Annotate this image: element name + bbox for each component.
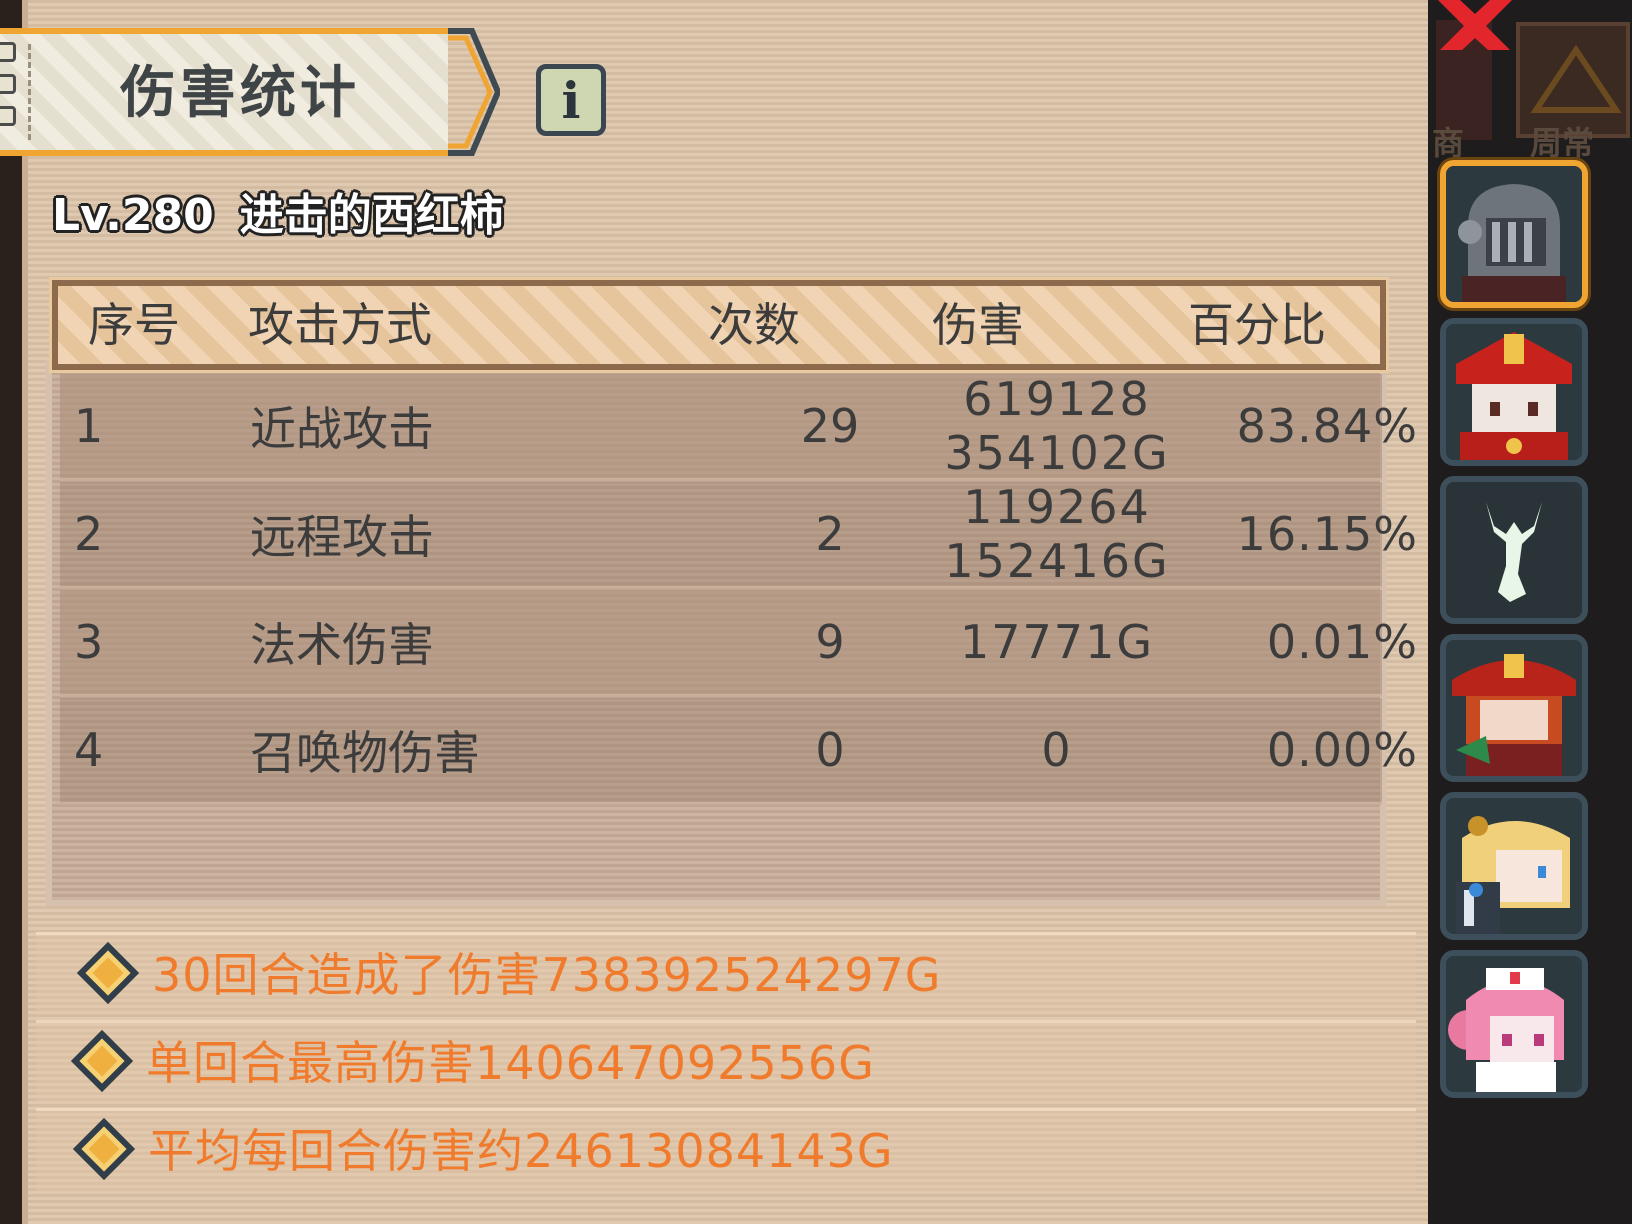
row-percent: 83.84% <box>1236 399 1418 453</box>
table-row: 3 法术伤害 9 17771G 0.01% <box>60 590 1417 697</box>
row-attack-method: 法术伤害 <box>250 618 434 672</box>
hero-portrait-pirate[interactable] <box>1440 634 1588 782</box>
table-row: 2 远程攻击 2 119264 152416G 16.15% <box>60 480 1417 589</box>
row-index: 4 <box>74 723 104 777</box>
hero-portrait-blonde[interactable] <box>1440 792 1588 940</box>
player-info: Lv.280 进击的西红柿 <box>52 186 504 246</box>
summary-total-text: 30回合造成了伤害738392524297G <box>152 948 942 1002</box>
side-tab-shop-label[interactable]: 商 <box>1432 118 1464 164</box>
hero-portrait-nurse[interactable] <box>1440 950 1588 1098</box>
summary-average-damage: 平均每回合伤害约24613084143G <box>36 1108 1416 1191</box>
table-header: 序号 攻击方式 次数 伤害 百分比 <box>49 277 1389 373</box>
row-count: 2 <box>815 507 845 561</box>
table-row: 1 近战攻击 29 619128 354102G 83.84% <box>60 372 1417 481</box>
info-button[interactable]: i <box>536 64 606 136</box>
diamond-bullet-icon <box>72 1117 136 1181</box>
close-icon[interactable] <box>1430 0 1520 60</box>
header-attack-method: 攻击方式 <box>248 298 432 352</box>
info-icon: i <box>561 70 581 130</box>
row-percent: 16.15% <box>1236 507 1418 561</box>
row-index: 3 <box>74 615 104 669</box>
row-percent: 0.01% <box>1266 615 1418 669</box>
blonde-mech-girl-icon <box>1446 798 1582 934</box>
red-hat-girl-icon <box>1446 324 1582 460</box>
diamond-bullet-icon <box>76 941 140 1005</box>
row-damage: 0 <box>1041 723 1073 777</box>
knight-helmet-icon <box>1446 166 1582 302</box>
page-title: 伤害统计 <box>120 61 360 126</box>
diamond-bullet-icon <box>70 1029 134 1093</box>
header-index: 序号 <box>88 298 180 352</box>
row-damage: 17771G <box>960 615 1154 669</box>
title-binder-rings <box>0 40 24 140</box>
summary-max-damage: 单回合最高伤害140647092556G <box>36 1020 1416 1103</box>
header-damage: 伤害 <box>932 298 1024 352</box>
row-attack-method: 近战攻击 <box>250 402 434 456</box>
row-damage: 619128 354102G <box>944 372 1170 480</box>
pirate-girl-icon <box>1446 640 1582 776</box>
player-level: Lv.280 <box>52 190 214 241</box>
row-attack-method: 召唤物伤害 <box>250 726 480 780</box>
hero-portrait-stag[interactable] <box>1440 476 1588 624</box>
white-stag-spirit-icon <box>1446 482 1582 618</box>
hero-portrait-knight[interactable] <box>1440 160 1588 308</box>
side-tab-weekly-label[interactable]: 周常 <box>1530 118 1594 164</box>
row-index: 2 <box>74 507 104 561</box>
hero-portrait-red-hat[interactable] <box>1440 318 1588 466</box>
row-count: 29 <box>800 399 860 453</box>
row-index: 1 <box>74 399 104 453</box>
row-count: 0 <box>815 723 845 777</box>
row-damage: 119264 152416G <box>944 480 1170 588</box>
summary-max-text: 单回合最高伤害140647092556G <box>146 1036 875 1090</box>
title-divider <box>28 44 31 140</box>
header-percent: 百分比 <box>1188 298 1326 352</box>
title-banner-arrow <box>448 28 500 156</box>
player-name: 进击的西红柿 <box>239 190 504 241</box>
row-count: 9 <box>815 615 845 669</box>
header-count: 次数 <box>708 298 800 352</box>
pink-nurse-girl-icon <box>1446 956 1582 1092</box>
summary-average-text: 平均每回合伤害约24613084143G <box>148 1124 894 1178</box>
row-attack-method: 远程攻击 <box>250 510 434 564</box>
row-percent: 0.00% <box>1266 723 1418 777</box>
table-row: 4 召唤物伤害 0 0 0.00% <box>60 698 1417 805</box>
summary-total-damage: 30回合造成了伤害738392524297G <box>36 932 1416 1015</box>
